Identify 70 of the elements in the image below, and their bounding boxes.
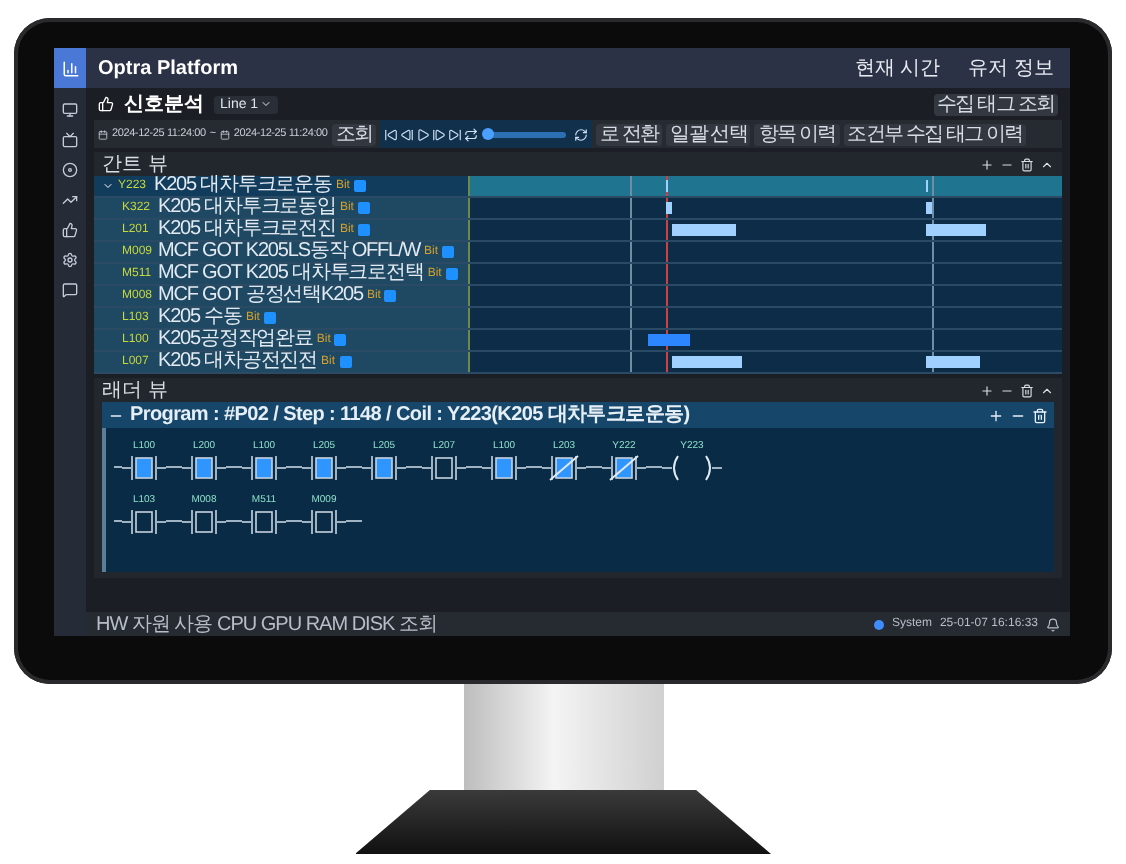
tag-marker-icon[interactable] <box>263 312 276 324</box>
step-back-icon[interactable] <box>399 127 414 141</box>
tag-label: K205 수동 <box>158 308 242 328</box>
chat-icon[interactable] <box>62 282 78 298</box>
header-link[interactable]: 유저 정보 <box>968 54 1054 82</box>
caret-icon[interactable] <box>102 180 114 192</box>
toolbar-button[interactable]: 조건부 수집 태그 이력 <box>843 123 1027 145</box>
play-icon[interactable] <box>415 127 430 141</box>
tag-label: MCF GOT 공정선택K205 <box>158 286 363 306</box>
panel-title: 래더 뷰 <box>102 379 170 401</box>
repeat-icon[interactable] <box>463 127 478 141</box>
screen-icon[interactable] <box>62 132 78 148</box>
skip-back-icon[interactable] <box>383 127 398 141</box>
tag-marker-icon[interactable] <box>357 202 370 214</box>
tag-label: MCF GOT K205 대차투크로전택 <box>158 264 424 284</box>
slider-thumb[interactable] <box>481 127 494 139</box>
header-link[interactable]: 현재 시간 <box>854 54 941 82</box>
page-icon <box>98 96 114 112</box>
gantt-bar <box>647 334 690 346</box>
zoom-in-icon[interactable] <box>988 407 1004 423</box>
collapse-icon[interactable] <box>1040 383 1054 397</box>
gantt-bar <box>665 202 672 214</box>
resource-usage: HW 자원 사용 CPU GPU RAM DISK 조회 <box>96 613 437 635</box>
plus-icon[interactable] <box>980 157 994 171</box>
calendar-icon[interactable] <box>219 129 230 139</box>
tag-marker-icon[interactable] <box>357 224 370 236</box>
tag-label: K205 대차공전진전 <box>158 352 318 372</box>
trash-icon[interactable] <box>1020 383 1034 397</box>
search-button[interactable]: 조회 <box>331 123 376 145</box>
tag-label: K205 대차투크로전진 <box>158 220 336 240</box>
tag-label: MCF GOT K205LS동작 OFFL/W <box>158 242 421 262</box>
refresh-icon[interactable] <box>573 127 588 141</box>
collapse-icon[interactable] <box>1040 157 1054 171</box>
gantt-bar <box>925 202 932 214</box>
tag-label: K205 대차투크로운동 <box>154 176 332 196</box>
gantt-bar <box>671 356 743 368</box>
trash-icon[interactable] <box>1032 407 1048 423</box>
page-title: 신호분석 <box>124 92 204 118</box>
program-info: Program : #P02 / Step : 1148 / Coil : Y223(K205 대차투크로운동) <box>130 404 692 426</box>
tag-marker-icon[interactable] <box>445 268 458 280</box>
skip-forward-icon[interactable] <box>447 127 462 141</box>
toolbar-button[interactable]: 항목 이력 <box>754 123 840 145</box>
gantt-bar <box>925 356 980 368</box>
trash-icon[interactable] <box>1020 157 1034 171</box>
step-forward-icon[interactable] <box>431 127 446 141</box>
tag-marker-icon[interactable] <box>339 356 352 368</box>
monitor-icon[interactable] <box>62 102 78 118</box>
toolbar-button[interactable]: 로 전환 <box>595 123 663 145</box>
gantt-bar <box>671 224 737 236</box>
tag-marker-icon[interactable] <box>353 180 366 192</box>
disc-icon[interactable] <box>62 162 78 178</box>
tag-label: K205 대차투크로동입 <box>158 198 336 218</box>
trend-icon[interactable] <box>62 192 78 208</box>
tag-marker-icon[interactable] <box>384 290 397 302</box>
settings-icon[interactable] <box>62 252 78 268</box>
panel-title: 간트 뷰 <box>102 153 170 175</box>
gantt-bar <box>925 224 985 236</box>
status-dot-icon <box>873 619 884 629</box>
calendar-icon[interactable] <box>98 129 108 139</box>
collect-tag-button[interactable]: 수집 태그 조회 <box>933 93 1058 115</box>
app-title: Optra Platform <box>98 57 241 79</box>
plus-icon[interactable] <box>980 383 994 397</box>
tag-marker-icon[interactable] <box>334 334 347 346</box>
caret-icon <box>260 98 273 110</box>
thumbs-up-icon[interactable] <box>62 222 78 238</box>
tag-marker-icon[interactable] <box>442 246 455 258</box>
logo-icon <box>54 48 86 88</box>
tag-label: K205공정작업완료 <box>158 330 313 350</box>
bell-icon[interactable] <box>1046 617 1060 631</box>
toolbar-button[interactable]: 일괄 선택 <box>666 123 751 145</box>
